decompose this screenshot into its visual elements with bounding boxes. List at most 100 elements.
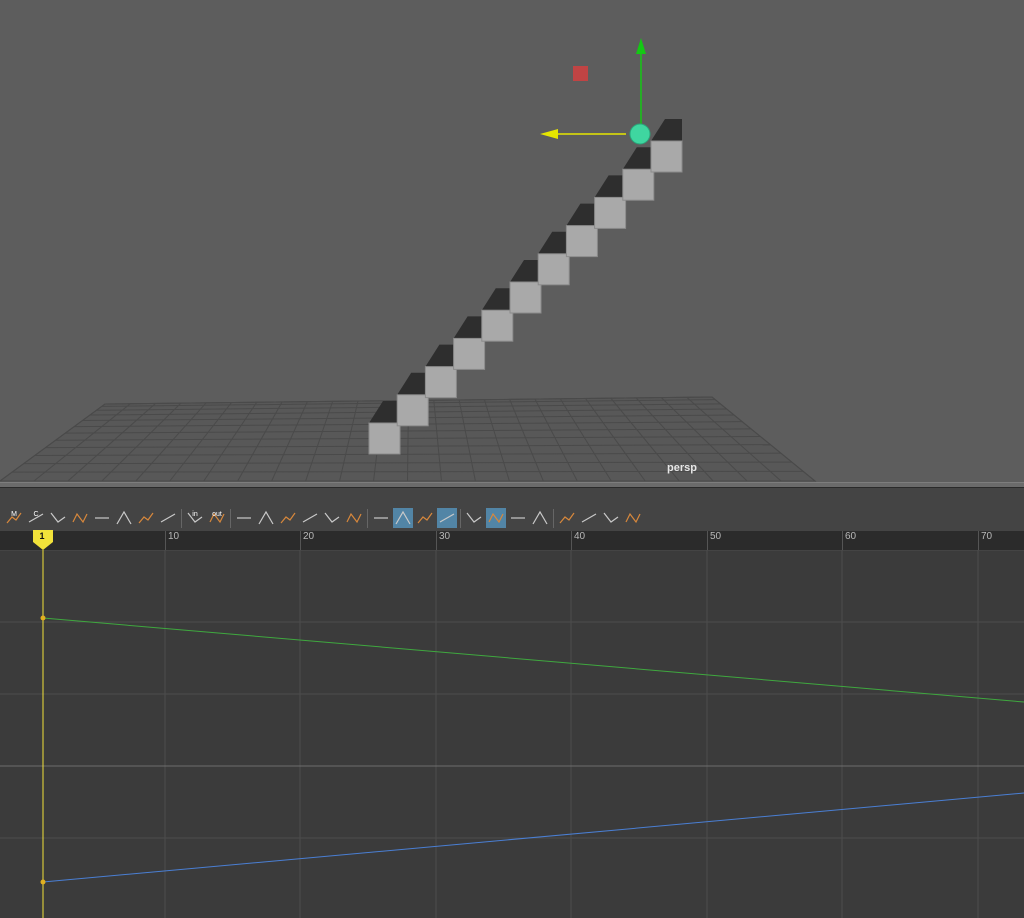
frame-all-button[interactable] — [158, 508, 178, 528]
spline-tangent-icon — [258, 510, 274, 525]
cycle-offset-icon — [603, 512, 619, 523]
retime-icon — [116, 510, 132, 525]
auto-tangent-icon — [237, 517, 251, 519]
toolbar-separator — [460, 509, 461, 528]
region-tool-button[interactable] — [92, 508, 112, 528]
ruler-label-10: 10 — [168, 531, 180, 542]
graph-view[interactable] — [0, 550, 1024, 918]
graph-editor-toolbar: M Cin out — [0, 506, 1024, 532]
svg-text:M: M — [11, 511, 17, 518]
stacked-curves-icon — [532, 510, 548, 525]
svg-text:out: out — [212, 511, 222, 518]
insert-key-icon: C — [28, 511, 44, 523]
add-keys-icon — [50, 512, 66, 523]
lock-weight-icon — [374, 517, 388, 519]
ruler-label-30: 30 — [439, 531, 451, 542]
post-infinity-cycle-button[interactable] — [579, 508, 599, 528]
time-snap-button[interactable] — [437, 508, 457, 528]
normalize-curves-button[interactable] — [486, 508, 506, 528]
swap-buffer-icon — [417, 512, 433, 524]
ruler-label-70: 70 — [981, 531, 993, 542]
ruler-label-20: 20 — [303, 531, 315, 542]
step-tangent-icon — [346, 512, 362, 524]
clamped-tangent-icon — [280, 512, 296, 524]
move-nearest-key-tool-button[interactable]: M — [4, 508, 24, 528]
stair-block[interactable] — [368, 422, 401, 455]
retime-tool-button[interactable] — [114, 508, 134, 528]
manipulator-center-icon[interactable] — [629, 123, 651, 145]
pre-infinity-icon — [559, 512, 575, 524]
xy-plane-handle[interactable] — [573, 66, 588, 81]
perspective-viewport[interactable]: persp — [0, 0, 1024, 482]
stair-block[interactable] — [509, 281, 542, 314]
time-snap-icon — [439, 513, 455, 523]
stair-block[interactable] — [481, 309, 514, 342]
oscillate-icon — [625, 512, 641, 524]
keyframe[interactable] — [40, 879, 46, 885]
frame-all-icon — [160, 513, 176, 523]
current-frame-label: 1 — [39, 531, 45, 541]
move-manipulator[interactable] — [540, 38, 651, 145]
normalize-icon — [488, 512, 504, 524]
stair-block[interactable] — [453, 337, 486, 370]
stair-block[interactable] — [424, 366, 457, 399]
stair-block[interactable] — [565, 225, 598, 258]
move-key-icon: M — [6, 511, 22, 524]
denormalize-curves-button[interactable] — [508, 508, 528, 528]
toolbar-separator — [553, 509, 554, 528]
flat-tangent-icon — [324, 512, 340, 523]
lock-tangent-weight-button[interactable] — [371, 508, 391, 528]
lattice-deform-keys-button[interactable] — [70, 508, 90, 528]
tangent-out-button[interactable]: out — [207, 508, 227, 528]
post-infinity-icon — [581, 513, 597, 523]
stacked-curves-button[interactable] — [530, 508, 550, 528]
ruler-label-60: 60 — [845, 531, 857, 542]
tangent-in-icon: in — [187, 511, 203, 523]
svg-text:in: in — [192, 511, 198, 518]
toolbar-separator — [367, 509, 368, 528]
region-icon — [95, 517, 109, 519]
ruler-label-50: 50 — [710, 531, 722, 542]
toolbar-separator — [230, 509, 231, 528]
x-axis-arrow-icon[interactable] — [540, 129, 558, 139]
tangent-in-button[interactable]: in — [185, 508, 205, 528]
key-stats-button[interactable] — [136, 508, 156, 528]
lattice-icon — [72, 512, 88, 524]
svg-text:C: C — [33, 511, 38, 518]
auto-tangent-button[interactable] — [234, 508, 254, 528]
time-ruler[interactable]: 10 20 30 40 50 60 70 — [0, 531, 1024, 550]
flat-tangent-button[interactable] — [322, 508, 342, 528]
magnet-icon — [466, 512, 482, 523]
stair-block[interactable] — [594, 196, 627, 229]
keyframe[interactable] — [40, 615, 46, 621]
buffer-curve-snapshot-button[interactable] — [393, 508, 413, 528]
buffer-snapshot-icon — [395, 510, 411, 525]
graph-grid — [0, 550, 1024, 918]
curve-translate-y[interactable] — [42, 617, 1024, 703]
denormalize-icon — [511, 517, 525, 519]
linear-tangent-button[interactable] — [300, 508, 320, 528]
camera-label: persp — [667, 462, 697, 474]
toolbar-separator — [181, 509, 182, 528]
pre-infinity-cycle-button[interactable] — [557, 508, 577, 528]
stair-block[interactable] — [537, 253, 570, 286]
oscillate-button[interactable] — [623, 508, 643, 528]
add-keys-button[interactable] — [48, 508, 68, 528]
key-stats-icon — [138, 512, 154, 524]
stair-block[interactable] — [396, 394, 429, 427]
value-snap-button[interactable] — [464, 508, 484, 528]
cycle-with-offset-button[interactable] — [601, 508, 621, 528]
swap-buffer-curve-button[interactable] — [415, 508, 435, 528]
y-axis-arrow-icon[interactable] — [636, 38, 646, 54]
ruler-label-40: 40 — [574, 531, 586, 542]
step-tangent-button[interactable] — [344, 508, 364, 528]
insert-key-tool-button[interactable]: C — [26, 508, 46, 528]
tangent-out-icon: out — [209, 511, 225, 524]
scene-canvas[interactable] — [0, 0, 1024, 482]
graph-editor-menu-strip — [0, 488, 1024, 506]
linear-tangent-icon — [302, 513, 318, 523]
stair-block[interactable] — [650, 140, 683, 173]
spline-tangent-button[interactable] — [256, 508, 276, 528]
stair-block[interactable] — [622, 168, 655, 201]
clamped-tangent-button[interactable] — [278, 508, 298, 528]
